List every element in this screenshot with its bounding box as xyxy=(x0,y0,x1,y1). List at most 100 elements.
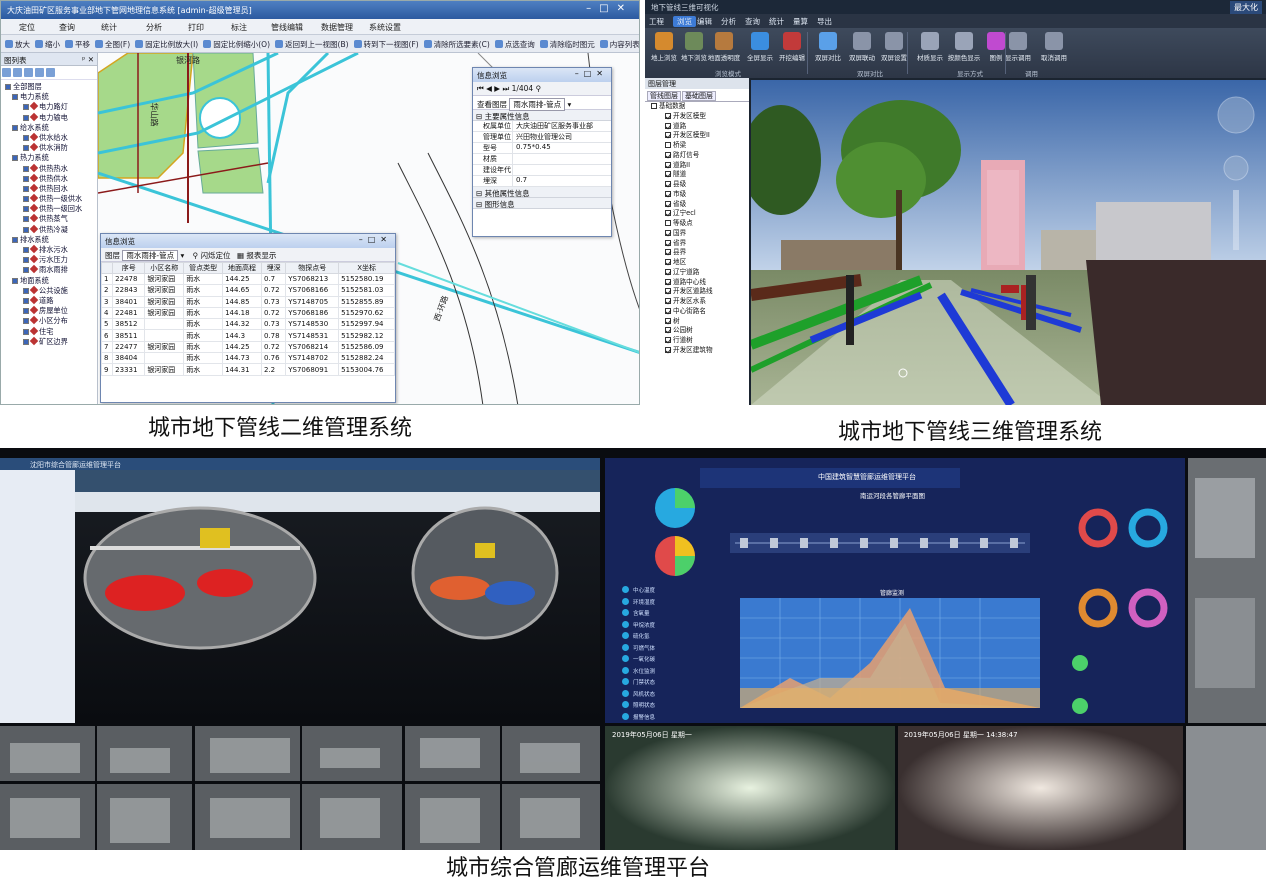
menu-item[interactable]: 标注 xyxy=(231,22,247,33)
menu-item[interactable]: 统计 xyxy=(769,16,784,27)
layer-select[interactable]: 查看图层 雨水雨排-管点 ▾ xyxy=(473,96,611,111)
layer-checkbox[interactable] xyxy=(23,318,29,325)
menu-item[interactable]: 分析 xyxy=(146,22,162,33)
table-header[interactable]: X坐标 xyxy=(338,262,395,274)
layer-tree-item[interactable]: 给水系统 xyxy=(3,123,97,133)
property-section[interactable]: ⊟ 其他属性信息 xyxy=(473,187,611,198)
layer-checkbox[interactable] xyxy=(665,249,671,256)
tab-pipeline-layers[interactable]: 管线图层 xyxy=(647,91,681,101)
layer-tree-item[interactable]: 道路 xyxy=(3,295,97,306)
layer-tree-item[interactable]: 开发区水系 xyxy=(645,297,749,307)
layer-checkbox[interactable] xyxy=(12,124,18,131)
table-header[interactable]: 物探点号 xyxy=(285,262,340,274)
layer-tree-item[interactable]: 市级 xyxy=(645,190,749,200)
layer-checkbox[interactable] xyxy=(23,104,29,111)
layer-tree-item[interactable]: 省界 xyxy=(645,239,749,249)
menu-item[interactable]: 量算 xyxy=(793,16,808,27)
layer-tree-item[interactable]: 矿区边界 xyxy=(3,336,97,347)
ribbon-button[interactable]: 显示调用 xyxy=(1001,32,1035,62)
table-header[interactable]: 地面高程 xyxy=(222,262,262,274)
layer-checkbox[interactable] xyxy=(665,346,671,353)
layer-tree-item[interactable]: 县级 xyxy=(645,180,749,190)
toolbar-button[interactable]: 平移 xyxy=(65,39,90,50)
dialog-controls[interactable]: –□✕ xyxy=(359,235,392,244)
layer-tree-item[interactable]: 路灯信号 xyxy=(645,151,749,161)
table-row[interactable]: 6 38511 雨水 144.3 0.78 YS7148531 5152982.12 xyxy=(100,329,395,342)
dialog-controls[interactable]: –□✕ xyxy=(575,69,608,78)
ribbon-button[interactable]: 材质显示 xyxy=(913,32,947,62)
layer-checkbox[interactable] xyxy=(23,185,29,192)
menu-item[interactable]: 系统设置 xyxy=(369,22,401,33)
layer-tree-item[interactable]: 排水污水 xyxy=(3,244,97,255)
layer-tree-item[interactable]: 开发区道路线 xyxy=(645,287,749,297)
layer-checkbox[interactable] xyxy=(665,337,671,343)
flash-locate-button[interactable]: ⚲ 闪烁定位 xyxy=(193,251,231,260)
layer-checkbox[interactable] xyxy=(665,112,671,119)
layer-tree-item[interactable]: 供热蒸气 xyxy=(3,214,97,224)
layer-tree-item[interactable]: 省级 xyxy=(645,200,749,210)
menu-item[interactable]: 分析 xyxy=(721,16,736,27)
layer-checkbox[interactable] xyxy=(23,338,29,345)
layer-tree-item[interactable]: 树 xyxy=(645,317,749,327)
table-header[interactable]: 管点类型 xyxy=(183,262,224,274)
layer-select[interactable]: 雨水雨排-管点 xyxy=(122,250,179,261)
layer-checkbox[interactable] xyxy=(12,94,18,101)
menu-item[interactable]: 统计 xyxy=(101,22,117,33)
layer-tree-item[interactable]: 供水消防 xyxy=(3,142,97,153)
layer-tree-item[interactable]: 污水压力 xyxy=(3,254,97,265)
menu-item[interactable]: 浏览 xyxy=(673,16,696,27)
maximize-button[interactable]: 最大化 xyxy=(1230,1,1262,14)
layer-tree-item[interactable]: 公园树 xyxy=(645,326,749,336)
grid-icon[interactable] xyxy=(46,68,55,77)
layer-checkbox[interactable] xyxy=(665,171,671,178)
layer-checkbox[interactable] xyxy=(23,165,29,172)
layer-checkbox[interactable] xyxy=(23,267,29,274)
layer-checkbox[interactable] xyxy=(665,220,671,226)
layer-checkbox[interactable] xyxy=(23,247,29,253)
ribbon-button[interactable]: 取消调用 xyxy=(1037,32,1071,62)
layer-tree-item[interactable]: 供热一级供水 xyxy=(3,193,97,204)
layer-checkbox[interactable] xyxy=(665,161,671,168)
layer-checkbox[interactable] xyxy=(5,84,11,90)
menu-item[interactable]: 查询 xyxy=(59,22,75,33)
layer-tree-item[interactable]: 辽宁ecl xyxy=(645,209,749,219)
layer-checkbox[interactable] xyxy=(665,200,671,207)
layer-tree-item[interactable]: 等级点 xyxy=(645,219,749,229)
square-icon[interactable] xyxy=(35,68,44,77)
toolbar-button[interactable]: 点选查询 xyxy=(494,39,535,50)
layer-tree-item[interactable]: 热力系统 xyxy=(3,153,97,163)
toolbar-button[interactable]: 放大 xyxy=(5,39,30,50)
toolbar-button[interactable]: 缩小 xyxy=(35,39,60,50)
layer-tree-item[interactable]: 道路II xyxy=(645,161,749,171)
layer-checkbox[interactable] xyxy=(23,134,29,141)
menu-item[interactable]: 管线编辑 xyxy=(271,22,303,33)
layer-tree-item[interactable]: 县界 xyxy=(645,248,749,258)
layer-tree-item[interactable]: 电力输电 xyxy=(3,112,97,123)
ribbon-button[interactable]: 双屏联动 xyxy=(845,32,879,62)
menu-item[interactable]: 编辑 xyxy=(697,16,712,27)
layer-checkbox[interactable] xyxy=(651,103,657,109)
layer-checkbox[interactable] xyxy=(665,181,671,187)
table-icon[interactable] xyxy=(24,68,33,77)
layer-tree-item[interactable]: 地面系统 xyxy=(3,276,97,286)
ribbon-button[interactable]: 地上浏览 xyxy=(647,32,681,62)
layer-checkbox[interactable] xyxy=(23,145,29,152)
report-button[interactable]: ▦ 报表显示 xyxy=(237,251,276,260)
layer-checkbox[interactable] xyxy=(23,206,29,213)
layer-checkbox[interactable] xyxy=(23,308,29,315)
layer-tree-item[interactable]: 辽宁道路 xyxy=(645,268,749,278)
layer-tree-item[interactable]: 电力路灯 xyxy=(3,102,97,112)
table-row[interactable]: 9 23331 银河家园 雨水 144.31 2.2 YS7068091 5153004.76 xyxy=(100,363,395,376)
layer-tree-item[interactable]: 开发区模型II xyxy=(645,131,749,141)
table-header[interactable] xyxy=(100,262,114,274)
layer-tree-item[interactable]: 开发区模型 xyxy=(645,112,749,122)
ribbon-button[interactable]: 双屏对比 xyxy=(811,32,845,62)
layer-checkbox[interactable] xyxy=(665,268,671,275)
layer-tree-item[interactable]: 供热冷凝 xyxy=(3,224,97,235)
layer-tree-item[interactable]: 供热热水 xyxy=(3,163,97,174)
layer-tree-item[interactable]: 排水系统 xyxy=(3,235,97,245)
layer-checkbox[interactable] xyxy=(23,287,29,294)
layer-tree-item[interactable]: 国界 xyxy=(645,229,749,239)
toolbar-button[interactable]: 内容列表(L) xyxy=(599,39,639,50)
layer-checkbox[interactable] xyxy=(665,327,671,334)
